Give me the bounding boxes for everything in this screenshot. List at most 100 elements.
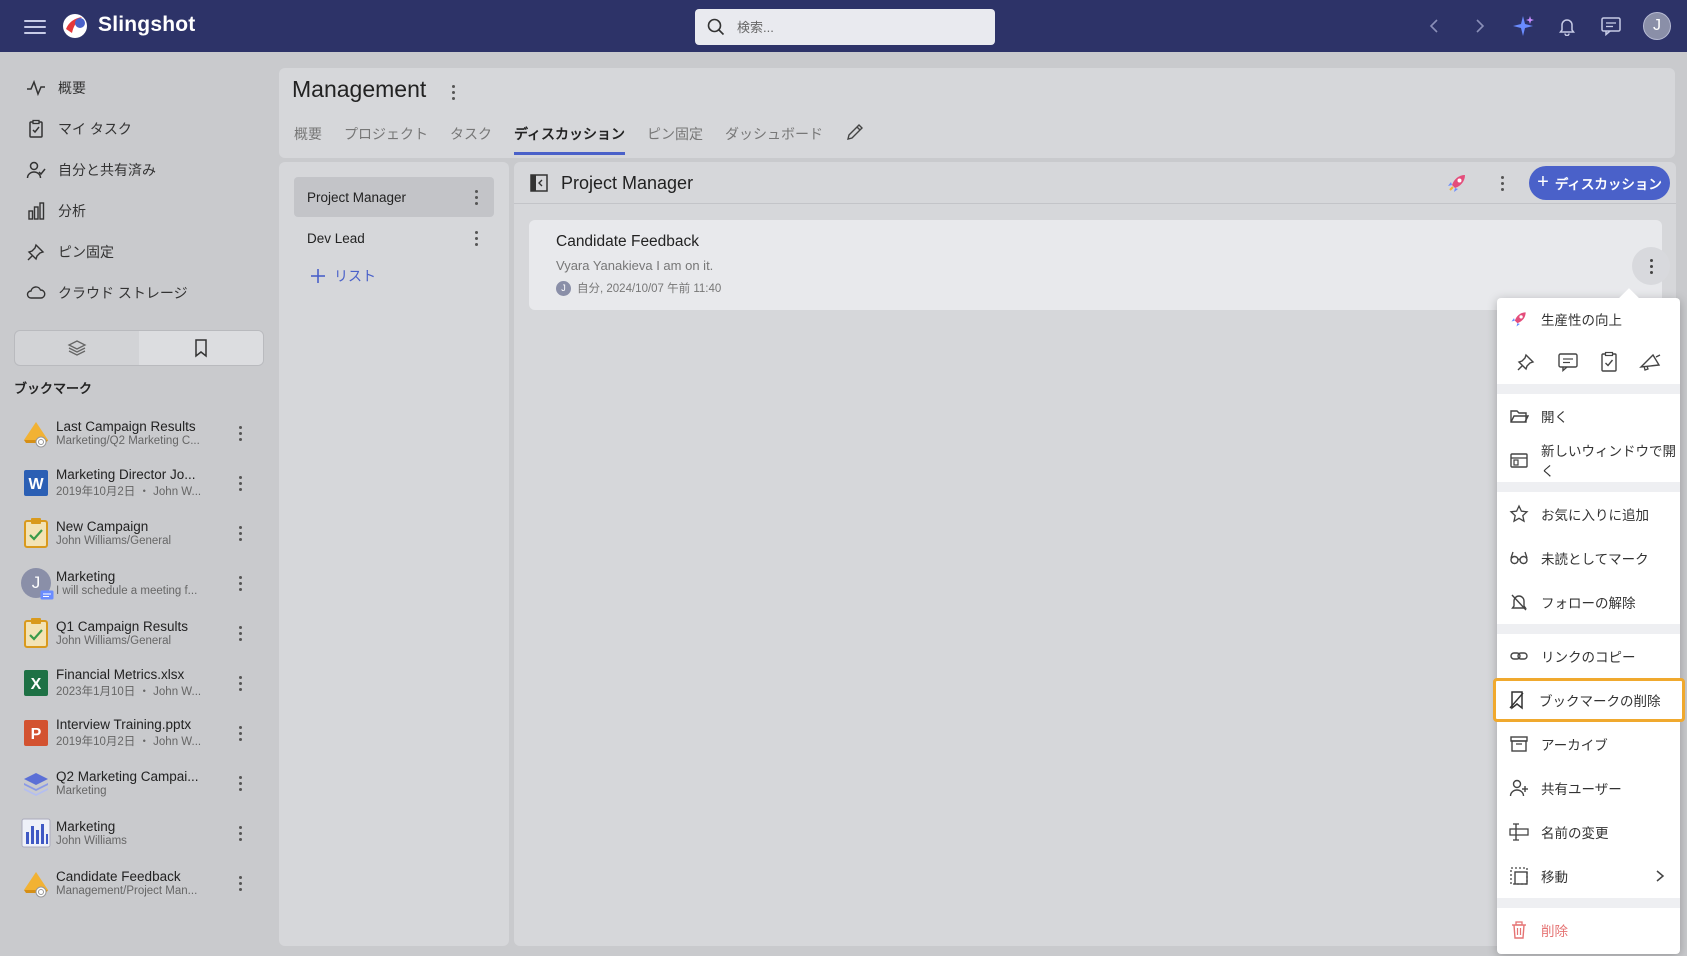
discussion-card[interactable]: Candidate Feedback Vyara Yanakieva I am … <box>529 220 1670 310</box>
bookmark-item[interactable]: Marketing John Williams <box>20 811 250 855</box>
menu-item-archive[interactable]: アーカイブ <box>1497 724 1680 764</box>
more-options-icon[interactable] <box>230 769 250 797</box>
pin-icon[interactable] <box>1514 350 1538 374</box>
user-avatar[interactable]: J <box>1643 12 1671 40</box>
bookmark-subtitle: 2019年10月2日 ・ John W... <box>56 736 202 748</box>
menu-item-open[interactable]: 開く <box>1497 396 1680 436</box>
bookmark-item[interactable]: P Interview Training.pptx 2019年10月2日 ・ Jo… <box>20 711 250 755</box>
tab-discussions[interactable]: ディスカッション <box>514 124 626 155</box>
bookmark-item[interactable]: Last Campaign Results Marketing/Q2 Market… <box>20 411 250 455</box>
collapse-panel-icon[interactable] <box>529 173 549 193</box>
bell-icon[interactable] <box>1555 14 1579 38</box>
more-options-icon[interactable] <box>230 419 250 447</box>
nav-label: ピン固定 <box>58 244 114 260</box>
more-options-icon[interactable] <box>230 869 250 897</box>
tab-projects[interactable]: プロジェクト <box>344 124 428 155</box>
discussion-meta: J 自分, 2024/10/07 午前 11:40 <box>556 280 721 296</box>
bookmark-item[interactable]: J Marketing I will schedule a meeting f..… <box>20 561 250 605</box>
menu-item-remove-bookmark[interactable]: ブックマークの削除 <box>1493 678 1685 722</box>
rocket-icon[interactable] <box>1445 171 1469 195</box>
more-options-icon[interactable] <box>466 183 486 211</box>
hamburger-menu-icon[interactable] <box>24 16 46 36</box>
menu-item-add-favorite[interactable]: お気に入りに追加 <box>1497 494 1680 534</box>
more-options-icon[interactable] <box>230 569 250 597</box>
bookmark-subtitle: Management/Project Man... <box>56 885 198 897</box>
forward-arrow-icon[interactable] <box>1467 14 1491 38</box>
more-options-icon[interactable] <box>466 224 486 252</box>
bookmark-item[interactable]: W Marketing Director Jo... 2019年10月2日 ・ J… <box>20 461 250 505</box>
more-options-icon[interactable] <box>230 619 250 647</box>
menu-label: 名前の変更 <box>1541 826 1609 841</box>
tab-dashboard[interactable]: ダッシュボード <box>725 124 823 155</box>
bookmark-subtitle: 2023年1月10日 ・ John W... <box>56 686 202 698</box>
menu-item-productivity[interactable]: 生産性の向上 <box>1497 299 1680 339</box>
nav-item-analytics[interactable]: 分析 <box>26 196 86 226</box>
more-options-icon[interactable] <box>230 469 250 497</box>
bookmark-toggle[interactable] <box>139 331 263 365</box>
menu-separator <box>1497 482 1680 492</box>
back-arrow-icon[interactable] <box>1423 14 1447 38</box>
list-item-dev-lead[interactable]: Dev Lead <box>294 218 494 258</box>
list-label: Dev Lead <box>307 230 365 246</box>
tab-pinned[interactable]: ピン固定 <box>647 124 703 155</box>
chat-icon[interactable] <box>1599 14 1623 38</box>
menu-item-copy-link[interactable]: リンクのコピー <box>1497 636 1680 676</box>
layers-icon <box>67 340 87 356</box>
page-title: Management <box>292 76 427 102</box>
clipboard-task-icon <box>20 616 52 650</box>
user-check-icon <box>26 161 46 179</box>
bookmark-item[interactable]: New Campaign John Williams/General <box>20 511 250 555</box>
megaphone-icon <box>20 416 52 450</box>
bookmark-item[interactable]: Q1 Campaign Results John Williams/General <box>20 611 250 655</box>
nav-item-cloud-storage[interactable]: クラウド ストレージ <box>26 278 188 308</box>
cloud-icon <box>26 286 46 299</box>
move-icon <box>1510 867 1528 885</box>
search-box[interactable] <box>695 9 995 45</box>
menu-item-mark-unread[interactable]: 未読としてマーク <box>1497 538 1680 578</box>
menu-item-move[interactable]: 移動 <box>1497 856 1680 896</box>
more-options-icon[interactable] <box>230 819 250 847</box>
workspace-header: Management 概要 プロジェクト タスク ディスカッション ピン固定 ダ… <box>279 68 1675 158</box>
edit-pencil-icon[interactable] <box>845 122 865 142</box>
menu-item-open-new-window[interactable]: 新しいウィンドウで開く <box>1497 440 1680 480</box>
search-input[interactable] <box>737 19 977 35</box>
word-file-icon: W <box>20 466 52 500</box>
bookmark-item[interactable]: Candidate Feedback Management/Project Man… <box>20 861 250 905</box>
nav-item-shared-with-me[interactable]: 自分と共有済み <box>26 155 156 185</box>
list-item-project-manager[interactable]: Project Manager <box>294 177 494 217</box>
menu-item-delete[interactable]: 削除 <box>1497 910 1680 950</box>
more-options-icon[interactable] <box>230 669 250 697</box>
bookmark-remove-icon <box>1509 691 1524 710</box>
announcement-icon[interactable] <box>1639 350 1663 374</box>
menu-label: 未読としてマーク <box>1541 552 1649 567</box>
discussion-title: Candidate Feedback <box>556 233 700 250</box>
bookmark-name: Candidate Feedback <box>56 869 181 884</box>
user-chat-icon: J <box>20 566 54 600</box>
layers-toggle[interactable] <box>15 331 139 365</box>
new-discussion-button[interactable]: + ディスカッション <box>1529 166 1670 200</box>
nav-item-pinned[interactable]: ピン固定 <box>26 237 114 267</box>
bookmark-subtitle: John Williams/General <box>56 635 172 647</box>
nav-item-overview[interactable]: 概要 <box>26 73 86 103</box>
menu-item-unfollow[interactable]: フォローの解除 <box>1497 582 1680 622</box>
menu-item-shared-users[interactable]: 共有ユーザー <box>1497 768 1680 808</box>
app-name: Slingshot <box>98 13 196 36</box>
more-options-icon[interactable] <box>230 719 250 747</box>
tab-tasks[interactable]: タスク <box>450 124 492 155</box>
menu-item-rename[interactable]: 名前の変更 <box>1497 812 1680 852</box>
task-icon[interactable] <box>1597 350 1621 374</box>
bookmark-item[interactable]: X Financial Metrics.xlsx 2023年1月10日 ・ Joh… <box>20 661 250 705</box>
card-more-options-icon[interactable] <box>1632 247 1670 285</box>
more-options-icon[interactable] <box>230 519 250 547</box>
discussion-more-options-icon[interactable] <box>1492 169 1512 197</box>
add-list-button[interactable]: リスト <box>309 266 376 286</box>
bookmark-item[interactable]: Q2 Marketing Campai... Marketing <box>20 761 250 805</box>
bookmark-subtitle: 2019年10月2日 ・ John W... <box>56 486 202 498</box>
bookmark-name: New Campaign <box>56 519 149 534</box>
title-more-options-icon[interactable] <box>443 78 463 106</box>
ai-sparkle-icon[interactable] <box>1511 14 1535 38</box>
rocket-icon <box>1511 312 1526 327</box>
comment-icon[interactable] <box>1556 350 1580 374</box>
tab-overview[interactable]: 概要 <box>294 124 322 155</box>
nav-item-my-tasks[interactable]: マイ タスク <box>26 114 132 144</box>
